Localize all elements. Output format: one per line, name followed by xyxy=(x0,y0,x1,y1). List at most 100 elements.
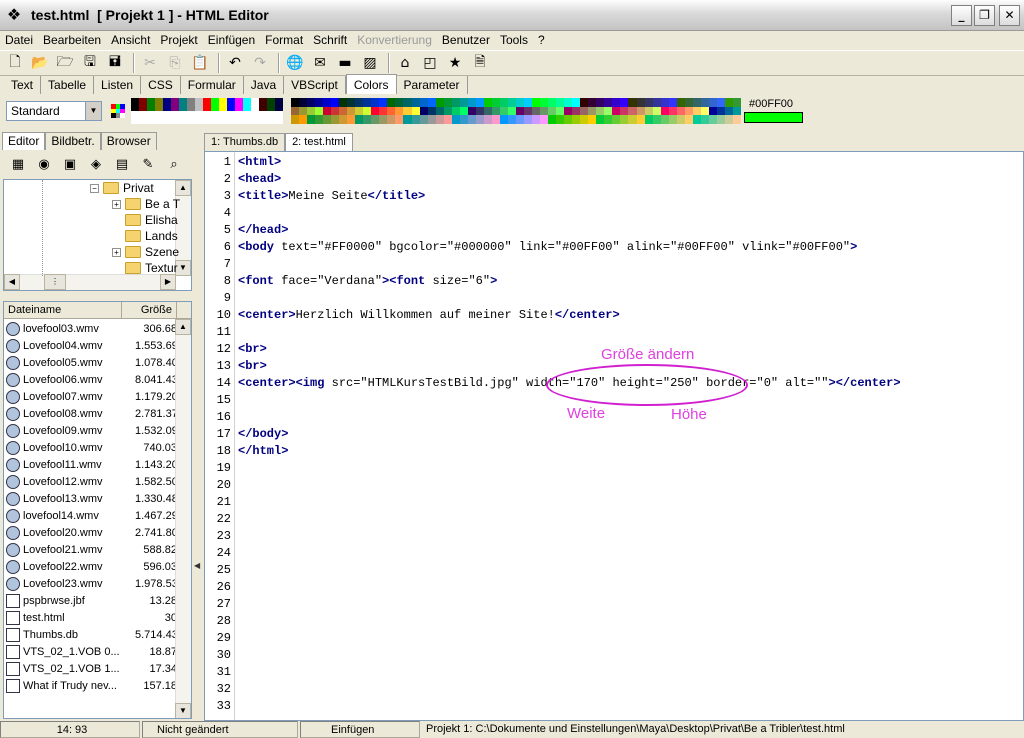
palette-color[interactable] xyxy=(307,106,316,116)
tree-expander-icon[interactable]: − xyxy=(90,183,99,193)
palette-color[interactable] xyxy=(612,106,621,116)
palette-color[interactable] xyxy=(524,98,533,107)
palette-color[interactable] xyxy=(155,98,163,111)
palette-color[interactable] xyxy=(307,115,316,124)
palette-color[interactable] xyxy=(564,115,573,124)
redo-icon[interactable]: ↷ xyxy=(249,52,271,74)
palette-color[interactable] xyxy=(419,115,428,124)
palette-color[interactable] xyxy=(371,98,380,107)
scroll-down-icon[interactable]: ▼ xyxy=(175,703,191,718)
file-row[interactable]: Lovefool22.wmv 596.03 xyxy=(4,558,177,575)
palette-color[interactable] xyxy=(515,98,525,107)
palette-color[interactable] xyxy=(195,98,203,111)
palette-color[interactable] xyxy=(363,115,372,124)
palette-color[interactable] xyxy=(443,98,452,107)
palette-color[interactable] xyxy=(556,98,565,107)
palette-color[interactable] xyxy=(291,106,300,116)
tree-item[interactable]: Elisha xyxy=(112,212,178,228)
scroll-thumb[interactable]: ⋮ xyxy=(44,274,66,290)
code-line[interactable]: </head> xyxy=(238,223,288,237)
palette-color[interactable] xyxy=(660,106,669,116)
file-row[interactable]: Lovefool20.wmv 2.741.80 xyxy=(4,524,177,541)
file-row[interactable]: Thumbs.db 5.714.43 xyxy=(4,626,177,643)
palette-color[interactable] xyxy=(371,106,380,116)
file-row[interactable]: Lovefool06.wmv 8.041.43 xyxy=(4,371,177,388)
file-row[interactable]: lovefool14.wmv 1.467.29 xyxy=(4,507,177,524)
palette-color[interactable] xyxy=(644,98,653,107)
palette-color[interactable] xyxy=(251,111,259,124)
tab-vbscript[interactable]: VBScript xyxy=(284,76,346,94)
palette-color[interactable] xyxy=(339,98,348,107)
palette-color[interactable] xyxy=(451,115,460,124)
palette-color[interactable] xyxy=(620,106,629,116)
menu-tools[interactable]: Tools xyxy=(495,33,533,47)
minimize-button[interactable]: _ xyxy=(951,5,972,26)
new-file-icon[interactable]: 🗋 xyxy=(4,52,26,74)
palette-color[interactable] xyxy=(564,106,573,116)
palette-color[interactable] xyxy=(203,111,211,124)
palette-color[interactable] xyxy=(459,106,468,116)
palette-color[interactable] xyxy=(451,106,460,116)
chevron-down-icon[interactable]: ▼ xyxy=(85,102,101,120)
palette-color[interactable] xyxy=(700,106,709,116)
palette-color[interactable] xyxy=(299,115,308,124)
palette-color[interactable] xyxy=(515,115,525,124)
palette-color[interactable] xyxy=(331,106,340,116)
palette-color[interactable] xyxy=(243,98,251,111)
scroll-right-icon[interactable]: ▶ xyxy=(160,274,176,290)
file-row[interactable]: VTS_02_1.VOB 1... 17.34 xyxy=(4,660,177,677)
palette-color[interactable] xyxy=(732,98,741,107)
code-line[interactable]: <br> xyxy=(238,359,267,373)
palette-color[interactable] xyxy=(235,98,243,111)
palette-color[interactable] xyxy=(507,115,516,124)
palette-color[interactable] xyxy=(507,98,516,107)
palette-color[interactable] xyxy=(363,98,372,107)
palette-color[interactable] xyxy=(676,98,685,107)
scroll-up-icon[interactable]: ▲ xyxy=(175,180,191,196)
palette-color[interactable] xyxy=(171,111,179,124)
palette-color[interactable] xyxy=(708,106,717,116)
palette-color[interactable] xyxy=(636,98,645,107)
palette-color[interactable] xyxy=(668,106,677,116)
palette-color[interactable] xyxy=(451,98,460,107)
undo-icon[interactable]: ↶ xyxy=(224,52,246,74)
code-line[interactable]: </html> xyxy=(238,444,288,458)
tree-item[interactable]: Textur xyxy=(112,260,178,276)
file-row[interactable]: Lovefool12.wmv 1.582.50 xyxy=(4,473,177,490)
tab-css[interactable]: CSS xyxy=(141,76,181,94)
cut-icon[interactable]: ✂ xyxy=(139,52,161,74)
file-row[interactable]: Lovefool09.wmv 1.532.09 xyxy=(4,422,177,439)
palette-color[interactable] xyxy=(331,115,340,124)
palette-color[interactable] xyxy=(371,115,380,124)
palette-color[interactable] xyxy=(427,115,436,124)
palette-color[interactable] xyxy=(580,98,589,107)
paste-icon[interactable]: 📋 xyxy=(189,52,211,74)
left-tab-browser[interactable]: Browser xyxy=(100,132,157,150)
palette-color[interactable] xyxy=(467,115,476,124)
palette-color[interactable] xyxy=(483,115,492,124)
image-icon[interactable]: ▨ xyxy=(359,52,381,74)
open-project-icon[interactable]: 🗁 xyxy=(54,52,76,74)
palette-color[interactable] xyxy=(347,115,356,124)
palette-color[interactable] xyxy=(604,98,613,107)
palette-color[interactable] xyxy=(644,115,653,124)
scroll-left-icon[interactable]: ◀ xyxy=(4,274,20,290)
palette-color[interactable] xyxy=(403,98,412,107)
palette-color[interactable] xyxy=(724,98,733,107)
palette-color[interactable] xyxy=(540,106,549,116)
menu-einfügen[interactable]: Einfügen xyxy=(203,33,260,47)
palette-color[interactable] xyxy=(323,115,332,124)
file-row[interactable]: Lovefool08.wmv 2.781.37 xyxy=(4,405,177,422)
palette-color[interactable] xyxy=(716,98,725,107)
tree-item[interactable]: + Szene xyxy=(112,244,179,260)
menu-datei[interactable]: Datei xyxy=(0,33,38,47)
palette-color[interactable] xyxy=(628,106,637,116)
palette-color[interactable] xyxy=(708,98,717,107)
palette-color[interactable] xyxy=(564,98,573,107)
document-icon[interactable]: ▤ xyxy=(112,157,132,172)
palette-color[interactable] xyxy=(716,106,725,116)
palette-color[interactable] xyxy=(668,98,677,107)
file-row[interactable]: Lovefool13.wmv 1.330.48 xyxy=(4,490,177,507)
palette-color[interactable] xyxy=(612,115,621,124)
left-tab-editor[interactable]: Editor xyxy=(2,132,46,150)
